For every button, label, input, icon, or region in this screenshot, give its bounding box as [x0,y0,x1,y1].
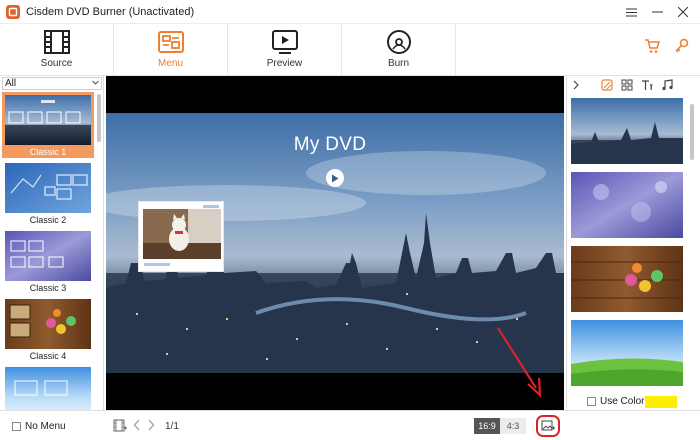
use-color-label: Use Color [600,396,645,407]
layout-tab-icon[interactable] [617,79,637,91]
next-page-icon[interactable] [147,419,155,431]
add-page-icon[interactable] [113,419,127,432]
color-swatch[interactable] [645,396,677,408]
key-icon[interactable] [674,38,690,54]
template-thumbnail [5,367,91,410]
template-label: Classic 4 [29,351,67,361]
tab-menu[interactable]: Menu [114,24,228,76]
template-item-classic-1[interactable]: Classic 1 [2,92,94,158]
template-panel: All Classic 1 Classic 2 Classic 3 Classi… [0,76,104,410]
template-label: Classic 1 [29,147,67,157]
tab-burn[interactable]: Burn [342,24,456,76]
main-toolbar: Source Menu Preview Burn [0,24,700,76]
no-menu-checkbox-box[interactable] [12,422,21,431]
card-caption-placeholder [144,263,170,266]
background-panel: Use Color [566,76,700,410]
tab-source[interactable]: Source [0,24,114,76]
tab-burn-label: Burn [387,58,410,69]
page-counter: 1/1 [165,421,179,432]
aspect-ratio-4-3-button[interactable]: 4:3 [500,418,526,434]
template-thumbnail [5,299,91,349]
play-screen-icon [271,30,298,54]
cart-icon[interactable] [644,38,660,54]
toolbar-right-group [644,38,690,54]
template-filter-value: All [5,78,17,89]
tab-preview[interactable]: Preview [228,24,342,76]
bottom-bar: No Menu 1/1 16:9 4:3 [0,410,700,440]
template-thumbnail [5,163,91,213]
hamburger-menu-icon[interactable] [618,0,644,24]
title-bar: Cisdem DVD Burner (Unactivated) [0,0,700,24]
template-label: Classic 3 [29,283,67,293]
card-title-placeholder [203,205,219,208]
background-scrollbar[interactable] [689,98,695,390]
background-item-wood[interactable] [571,246,683,312]
film-icon [43,30,70,54]
no-menu-label: No Menu [25,421,66,432]
tab-menu-label: Menu [157,58,183,69]
collapse-panel-icon[interactable] [567,80,585,90]
no-menu-checkbox[interactable]: No Menu [12,421,66,432]
add-image-icon [541,420,555,431]
template-item-classic-4[interactable]: Classic 4 [2,296,94,362]
play-button-icon[interactable] [326,169,344,187]
background-list [571,98,683,390]
template-item-classic-3[interactable]: Classic 3 [2,228,94,294]
app-logo-icon [6,4,20,19]
use-color-checkbox-box[interactable] [587,397,596,406]
dvd-title-text[interactable]: My DVD [106,134,564,156]
window-title: Cisdem DVD Burner (Unactivated) [26,5,195,18]
background-item-purple[interactable] [571,172,683,238]
template-item-5[interactable] [2,364,94,410]
tab-source-label: Source [40,58,73,69]
template-label: Classic 2 [29,215,67,225]
background-panel-tabs [567,76,700,94]
menu-layout-icon [157,31,184,53]
template-thumbnail [5,231,91,281]
chapter-thumbnail-card[interactable] [138,201,224,272]
text-tab-icon[interactable] [637,79,657,91]
template-scrollbar[interactable] [96,92,102,410]
template-list: Classic 1 Classic 2 Classic 3 Classic 4 [2,92,94,410]
menu-preview-canvas[interactable]: My DVD [106,76,564,410]
template-thumbnail [5,95,91,145]
chevron-down-icon [92,80,99,85]
disc-icon [386,30,411,54]
chapter-thumbnail-image [143,209,221,259]
background-item-grass[interactable] [571,320,683,386]
background-tab-icon[interactable] [597,79,617,91]
annotation-arrow [497,327,542,398]
close-icon[interactable] [670,0,696,24]
use-color-checkbox[interactable]: Use Color [587,396,644,407]
tab-preview-label: Preview [266,58,303,69]
window-controls [618,0,696,24]
minimize-icon[interactable] [644,0,670,24]
template-filter-select[interactable]: All [2,77,102,90]
app-window: Cisdem DVD Burner (Unactivated) Source M… [0,0,700,440]
add-image-button[interactable] [536,415,560,437]
music-tab-icon[interactable] [657,79,677,91]
template-item-classic-2[interactable]: Classic 2 [2,160,94,226]
background-item-city[interactable] [571,98,683,164]
aspect-ratio-16-9-button[interactable]: 16:9 [474,418,500,434]
previous-page-icon[interactable] [133,419,141,431]
